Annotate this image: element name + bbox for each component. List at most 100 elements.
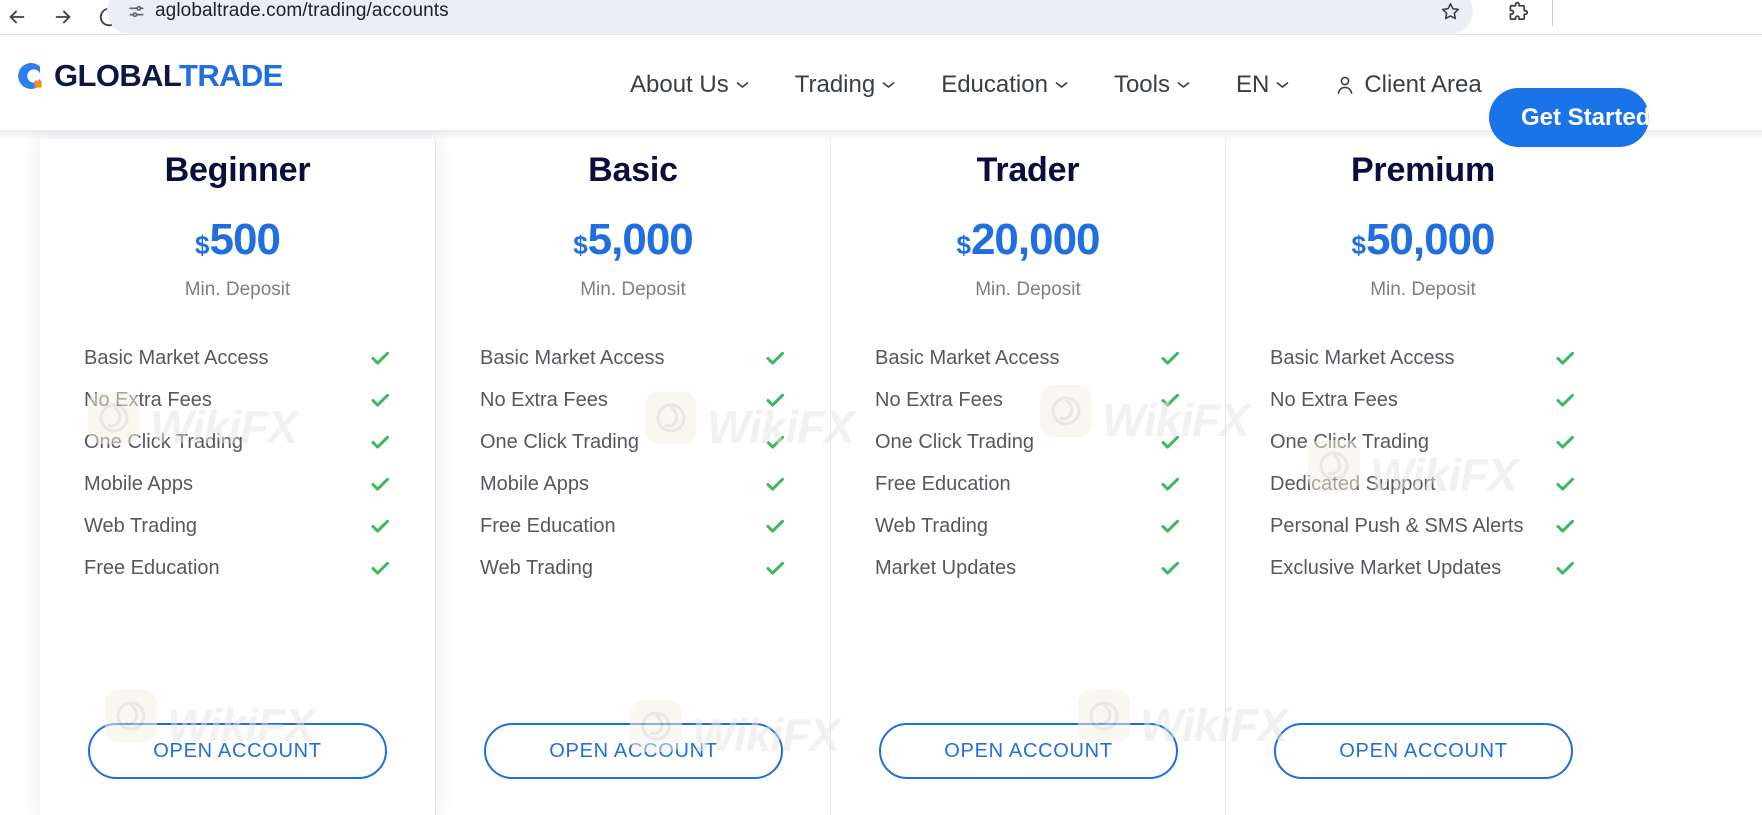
card-title: Premium (1350, 151, 1496, 189)
check-icon (1556, 561, 1574, 575)
pricing-section: Beginner $500 Min. Deposit Basic Market … (0, 139, 1762, 815)
feature-label: Mobile Apps (480, 472, 589, 495)
nav-label: EN (1235, 71, 1270, 98)
feature-label: No Extra Fees (480, 388, 608, 411)
feature-label: Dedicated Support (1270, 472, 1436, 495)
chevron-down-icon (1177, 82, 1190, 88)
nav-item-about-us[interactable]: About Us (630, 65, 749, 105)
list-item: Basic Market Access (84, 337, 391, 379)
address-bar[interactable]: aglobaltrade.com/trading/accounts (107, 0, 1473, 34)
nav-label: About Us (630, 71, 729, 98)
check-icon (371, 561, 389, 575)
feature-label: Exclusive Market Updates (1270, 556, 1502, 579)
open-account-button[interactable]: OPEN ACCOUNT (1274, 723, 1573, 779)
feature-label: One Click Trading (480, 430, 639, 453)
currency-symbol: $ (573, 230, 588, 260)
feature-label: Web Trading (84, 514, 198, 537)
get-started-label: Get Started (1521, 103, 1649, 131)
bookmark-star-icon[interactable] (1435, 0, 1465, 26)
feature-label: Basic Market Access (480, 346, 665, 369)
list-item: No Extra Fees (84, 379, 391, 421)
pricing-card-list: Beginner $500 Min. Deposit Basic Market … (40, 139, 1722, 815)
feature-label: Web Trading (480, 556, 594, 579)
list-item: Basic Market Access (1270, 337, 1576, 379)
list-item: No Extra Fees (1270, 379, 1576, 421)
nav-item-trading[interactable]: Trading (795, 65, 895, 105)
logo-wordmark: GLOBALTRADE (54, 57, 283, 95)
back-arrow-icon[interactable] (0, 0, 34, 34)
nav-label: Education (941, 71, 1048, 98)
check-icon (766, 435, 784, 449)
pricing-card-premium: Premium $50,000 Min. Deposit Basic Marke… (1225, 139, 1620, 815)
list-item: Market Updates (875, 547, 1181, 589)
list-item: Web Trading (875, 505, 1181, 547)
price-value: 50,000 (1365, 215, 1496, 264)
check-icon (766, 393, 784, 407)
get-started-button[interactable]: Get Started (1489, 88, 1649, 147)
list-item: Basic Market Access (480, 337, 786, 379)
currency-symbol: $ (195, 230, 210, 260)
check-icon (1161, 435, 1179, 449)
feature-label: Personal Push & SMS Alerts (1270, 514, 1524, 537)
feature-label: No Extra Fees (875, 388, 1003, 411)
price-value: 500 (209, 215, 281, 264)
card-price: $500 (84, 218, 391, 262)
forward-arrow-icon[interactable] (46, 0, 80, 34)
price-value: 20,000 (970, 215, 1101, 264)
card-price: $20,000 (875, 218, 1181, 262)
nav-item-language[interactable]: EN (1236, 65, 1289, 105)
card-title: Beginner (164, 151, 311, 189)
list-item: One Click Trading (84, 421, 391, 463)
check-icon (766, 477, 784, 491)
check-icon (1161, 393, 1179, 407)
feature-label: Basic Market Access (875, 346, 1060, 369)
c-logomark-icon (10, 57, 48, 95)
nav-item-education[interactable]: Education (941, 65, 1068, 105)
open-account-button[interactable]: OPEN ACCOUNT (88, 723, 387, 779)
chevron-down-icon (1276, 82, 1289, 88)
browser-extension-icon[interactable] (1500, 0, 1534, 32)
nav-item-tools[interactable]: Tools (1114, 65, 1190, 105)
url-text: aglobaltrade.com/trading/accounts (155, 0, 449, 21)
site-logo[interactable]: GLOBALTRADE (10, 57, 283, 95)
list-item: Free Education (875, 463, 1181, 505)
list-item: Free Education (84, 547, 391, 589)
check-icon (371, 477, 389, 491)
price-value: 5,000 (587, 215, 694, 264)
feature-label: No Extra Fees (1270, 388, 1398, 411)
check-icon (1161, 351, 1179, 365)
nav-label: Tools (1113, 71, 1170, 98)
logo-text-global: GLOBAL (54, 58, 180, 93)
list-item: Free Education (480, 505, 786, 547)
feature-label: Free Education (84, 556, 220, 579)
check-icon (766, 351, 784, 365)
check-icon (766, 519, 784, 533)
nav-item-client-area[interactable]: Client Area (1335, 71, 1482, 99)
chevron-down-icon (882, 82, 895, 88)
card-price: $50,000 (1270, 218, 1576, 262)
feature-label: Basic Market Access (1270, 346, 1455, 369)
check-icon (1161, 519, 1179, 533)
chevron-down-icon (1055, 82, 1068, 88)
pricing-card-beginner: Beginner $500 Min. Deposit Basic Market … (40, 139, 435, 815)
check-icon (1556, 477, 1574, 491)
list-item: No Extra Fees (480, 379, 786, 421)
card-price: $5,000 (480, 218, 786, 262)
feature-label: Free Education (875, 472, 1011, 495)
feature-label: Mobile Apps (84, 472, 193, 495)
toolbar-divider (1552, 0, 1553, 26)
site-header: GLOBALTRADE About Us Trading Education T… (0, 35, 1762, 147)
main-navigation: About Us Trading Education Tools EN Clie… (630, 65, 1482, 105)
check-icon (1556, 435, 1574, 449)
currency-symbol: $ (956, 230, 971, 260)
feature-label: Basic Market Access (84, 346, 269, 369)
pricing-card-trader: Trader $20,000 Min. Deposit Basic Market… (830, 139, 1225, 815)
site-settings-icon[interactable] (121, 0, 151, 26)
open-account-button[interactable]: OPEN ACCOUNT (484, 723, 783, 779)
open-account-button[interactable]: OPEN ACCOUNT (879, 723, 1178, 779)
card-title: Trader (976, 151, 1080, 189)
check-icon (1556, 519, 1574, 533)
check-icon (371, 351, 389, 365)
list-item: Basic Market Access (875, 337, 1181, 379)
pricing-card-basic: Basic $5,000 Min. Deposit Basic Market A… (435, 139, 830, 815)
